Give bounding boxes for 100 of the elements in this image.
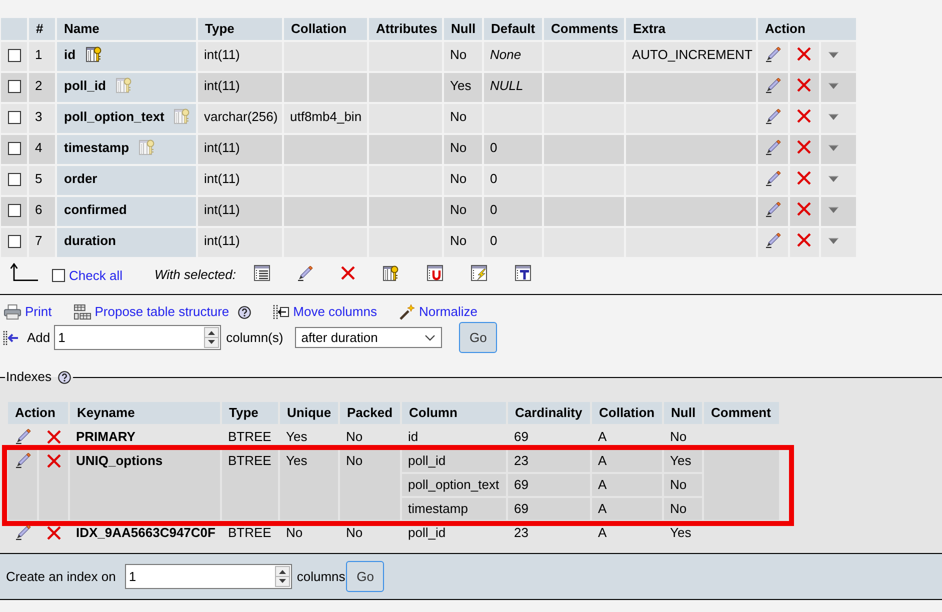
check-all-checkbox[interactable]: [52, 269, 65, 282]
cross-icon[interactable]: [341, 266, 355, 280]
row-checkbox[interactable]: [8, 235, 20, 248]
table-cell-text: 69: [513, 428, 530, 446]
table-cell: 3: [29, 104, 55, 133]
caret-down-icon[interactable]: [828, 176, 839, 182]
table-cell: BTREE: [222, 450, 278, 520]
field-name: poll_option_text: [64, 108, 164, 125]
table-lines-icon[interactable]: [254, 265, 270, 281]
cross-icon[interactable]: [797, 109, 811, 123]
table-u-icon[interactable]: [427, 265, 443, 281]
table-link[interactable]: Print: [25, 302, 52, 322]
caret-down-icon[interactable]: [828, 145, 839, 151]
pencil-icon[interactable]: [766, 202, 781, 217]
table-cell-text: PRIMARY: [75, 428, 136, 446]
table-cell: AUTO_INCREMENT: [626, 42, 756, 71]
help-icon[interactable]: [238, 306, 252, 318]
cross-icon[interactable]: [47, 454, 61, 468]
pencil-icon[interactable]: [298, 266, 313, 280]
go-button[interactable]: Go: [346, 561, 384, 592]
row-checkbox[interactable]: [8, 173, 20, 186]
row-checkbox[interactable]: [8, 80, 20, 93]
caret-down-icon[interactable]: [828, 83, 839, 89]
spinner-icon[interactable]: [204, 327, 220, 348]
column-header: Keyname: [70, 402, 220, 424]
index-column-count-field[interactable]: 1: [124, 564, 292, 589]
cross-icon[interactable]: [797, 47, 811, 61]
row-checkbox[interactable]: [8, 204, 20, 217]
field-name: timestamp: [64, 139, 130, 156]
column-count-field[interactable]: 1: [54, 325, 222, 350]
table-t-icon[interactable]: [515, 265, 531, 281]
field-name: duration: [64, 232, 116, 249]
table-link[interactable]: Move columns: [293, 302, 377, 322]
row-checkbox[interactable]: [8, 111, 20, 124]
caret-down-icon[interactable]: [828, 238, 839, 244]
cross-icon[interactable]: [797, 233, 811, 247]
table-cell-text: IDX_9AA5663C947C0F: [75, 524, 216, 542]
pencil-icon[interactable]: [16, 525, 31, 540]
table-bolt-icon[interactable]: [471, 265, 487, 281]
table-cell: No: [444, 197, 482, 226]
pencil-icon[interactable]: [766, 47, 781, 62]
table-cell: 6: [29, 197, 55, 226]
table-cell-text: No: [345, 524, 364, 542]
column-header: Type: [198, 18, 282, 40]
cross-icon[interactable]: [797, 171, 811, 185]
pencil-icon[interactable]: [766, 109, 781, 124]
pencil-icon[interactable]: [766, 140, 781, 155]
go-button[interactable]: Go: [459, 322, 498, 353]
help-icon[interactable]: [58, 370, 71, 384]
check-all-link[interactable]: Check all: [69, 266, 122, 286]
cross-icon[interactable]: [797, 202, 811, 216]
caret-down-icon[interactable]: [828, 114, 839, 120]
corner-arrow-icon: [10, 263, 38, 281]
cross-icon[interactable]: [47, 526, 61, 540]
table-cell-text: id: [407, 428, 420, 446]
row-checkbox[interactable]: [8, 49, 20, 62]
table-key-icon[interactable]: [383, 265, 399, 281]
pencil-icon[interactable]: [16, 453, 31, 468]
table-cell: 69: [508, 474, 590, 496]
header-cell: [1, 18, 27, 40]
table-cell: varchar(256): [198, 104, 282, 133]
columns-unit-label: column(s): [226, 328, 284, 347]
magic-wand-icon[interactable]: [398, 304, 415, 320]
column-header: Null: [664, 402, 702, 424]
table-cell: Yes: [280, 450, 338, 520]
table-cell-text: BTREE: [227, 524, 272, 542]
tables-icon[interactable]: [74, 304, 91, 320]
column-header: Comment: [704, 402, 779, 424]
cross-icon[interactable]: [797, 140, 811, 154]
pencil-icon[interactable]: [16, 429, 31, 444]
table-cell: Yes: [664, 450, 702, 472]
cross-icon[interactable]: [797, 78, 811, 92]
caret-down-icon[interactable]: [828, 52, 839, 58]
table-cell: 2: [29, 73, 55, 102]
table-cell: No: [444, 42, 482, 71]
position-select[interactable]: after duration: [295, 327, 442, 348]
pencil-icon[interactable]: [766, 78, 781, 93]
table-cell: No: [444, 104, 482, 133]
section-title: Indexes: [5, 369, 52, 385]
column-header: Collation: [592, 402, 662, 424]
column-header: Default: [484, 18, 542, 40]
row-checkbox[interactable]: [8, 142, 20, 155]
pencil-icon[interactable]: [766, 233, 781, 248]
table-link[interactable]: Propose table structure: [94, 302, 230, 322]
table-cell-text: BTREE: [227, 428, 272, 446]
pencil-icon[interactable]: [766, 171, 781, 186]
columns-arrow-icon[interactable]: [273, 304, 290, 320]
table-cell: 23: [508, 450, 590, 472]
table-cell: None: [484, 42, 542, 71]
table-cell: A: [592, 498, 662, 520]
caret-down-icon[interactable]: [828, 207, 839, 213]
cross-icon[interactable]: [47, 430, 61, 444]
table-cell: int(11): [198, 73, 282, 102]
column-header: Column: [402, 402, 506, 424]
table-link[interactable]: Normalize: [418, 302, 478, 322]
table-cell: UNIQ_options: [70, 450, 220, 520]
table-cell: No: [664, 498, 702, 520]
table-cell: 1: [29, 42, 55, 71]
spinner-icon[interactable]: [274, 566, 290, 587]
printer-icon[interactable]: [4, 304, 21, 320]
